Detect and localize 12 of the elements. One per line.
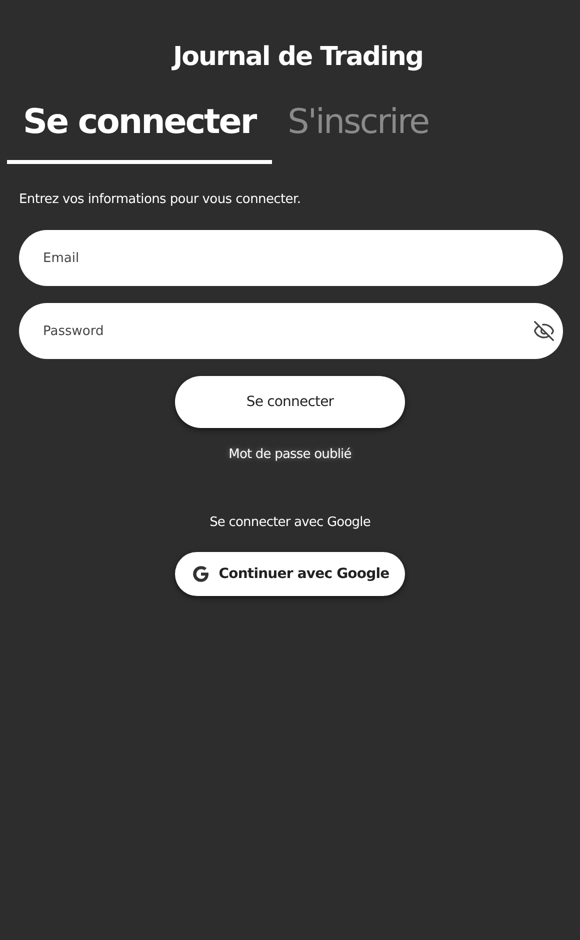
intro-text: Entrez vos informations pour vous connecter. bbox=[19, 192, 302, 207]
eye-off-icon[interactable] bbox=[533, 320, 555, 342]
app-title: Journal de Trading bbox=[170, 41, 424, 74]
google-heading: Se connecter avec Google bbox=[210, 515, 370, 530]
google-icon bbox=[190, 564, 211, 584]
tab[interactable]: S'inscrire bbox=[272, 100, 445, 164]
password-field[interactable]: Password bbox=[19, 303, 563, 359]
submit-button[interactable]: Se connecter bbox=[175, 376, 405, 428]
email-field[interactable]: Email bbox=[19, 230, 563, 286]
forgot-password-link[interactable]: Mot de passe oublié bbox=[228, 447, 352, 462]
tab[interactable]: Se connecter bbox=[7, 100, 272, 164]
google-button[interactable]: Continuer avec Google bbox=[175, 552, 405, 596]
